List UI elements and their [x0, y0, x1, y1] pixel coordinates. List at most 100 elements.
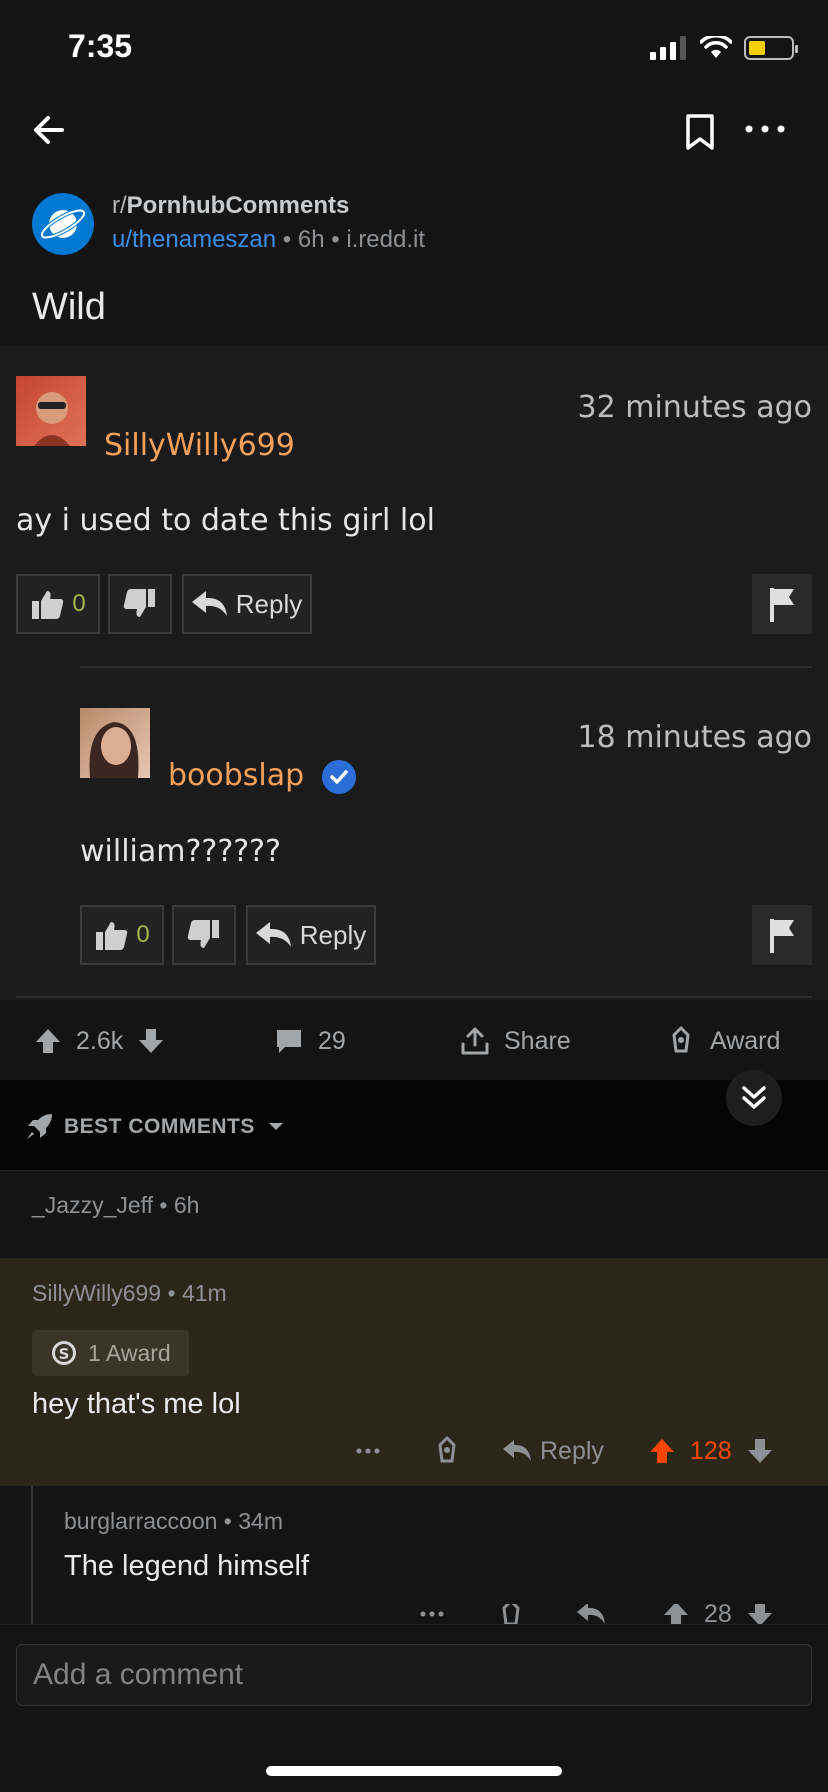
embed-reply-label-1: Reply: [235, 588, 303, 619]
status-icons: [650, 36, 798, 60]
svg-text:S: S: [59, 1345, 70, 1363]
comment-body-2: hey that's me lol: [32, 1388, 241, 1420]
comment-reply-button[interactable]: Reply: [502, 1437, 604, 1466]
reply-arrow-icon[interactable]: [576, 1604, 606, 1624]
bookmark-icon[interactable]: [682, 112, 718, 152]
collapse-threads-button[interactable]: [726, 1070, 782, 1126]
planet-icon: [39, 208, 87, 240]
home-indicator[interactable]: [266, 1766, 562, 1776]
embed-body-2: william??????: [80, 834, 282, 869]
add-comment-input[interactable]: [17, 1645, 811, 1705]
award-icon: [672, 1026, 690, 1053]
rocket-icon[interactable]: [24, 1110, 56, 1142]
comment-score-3: 28: [704, 1604, 732, 1624]
comment-body-3: The legend himself: [64, 1550, 310, 1582]
thumbs-up-icon: [96, 922, 128, 950]
reply-arrow-icon: [255, 922, 291, 947]
reply-arrow-icon: [191, 591, 227, 616]
post-author-link[interactable]: u/thenameszan: [112, 226, 276, 253]
more-options-icon[interactable]: [420, 1609, 444, 1619]
embed-time-1: 32 minutes ago: [577, 390, 812, 425]
comment-age-1: 6h: [173, 1192, 200, 1218]
flag-icon: [770, 588, 794, 622]
comment-count: 29: [318, 1026, 346, 1055]
thumbs-up-icon: [32, 591, 64, 619]
subreddit-name[interactable]: r/PornhubComments: [112, 192, 349, 220]
embed-time-2: 18 minutes ago: [577, 720, 812, 755]
embed-username-2: boobslap: [168, 758, 356, 794]
post-score: 2.6k: [76, 1026, 124, 1055]
comment-bubble-icon: [277, 1030, 301, 1053]
award-button[interactable]: Award: [666, 1026, 780, 1056]
verified-badge-icon: [321, 759, 356, 794]
comment-composer[interactable]: [16, 1644, 812, 1706]
embed-dislike-button-2: [172, 905, 236, 965]
post-age: 6h: [297, 226, 325, 253]
comment-age-3: 34m: [238, 1508, 284, 1534]
embed-username-2-label: boobslap: [168, 758, 305, 793]
upvote-arrow-icon[interactable]: [662, 1604, 690, 1624]
embed-dislike-button-1: [108, 574, 172, 634]
more-options-icon[interactable]: [742, 114, 788, 144]
signal-icon: [650, 36, 686, 60]
embed-username-1: SillyWilly699: [104, 428, 295, 463]
subreddit-avatar[interactable]: [32, 193, 94, 255]
subreddit-prefix: r/: [112, 192, 127, 219]
comment-author-2[interactable]: SillyWilly699: [32, 1280, 161, 1306]
post-action-bar: 2.6k 29 Share Award: [0, 1006, 828, 1076]
reply-arrow-icon: [503, 1440, 531, 1461]
comment-age-2: 41m: [181, 1280, 227, 1306]
embed-reply-label-2: Reply: [299, 919, 367, 950]
award-icon[interactable]: [496, 1604, 526, 1624]
embed-reply-button-1: Reply: [182, 574, 312, 634]
post-meta: u/thenameszan • 6h • i.redd.it: [112, 226, 426, 253]
post-title: Wild: [32, 286, 106, 328]
downvote-arrow-icon[interactable]: [746, 1437, 774, 1465]
embed-like-count-1: 0: [72, 590, 86, 617]
comment-author-3[interactable]: burglarraccoon: [64, 1508, 217, 1534]
comment-actions-2: Reply 128: [356, 1436, 774, 1466]
upvote-arrow-icon[interactable]: [34, 1027, 62, 1055]
more-options-icon[interactable]: [356, 1446, 380, 1456]
embed-divider: [80, 666, 812, 668]
sort-label: BEST COMMENTS: [64, 1115, 255, 1138]
award-icon[interactable]: [432, 1436, 462, 1466]
award-chip-label: 1 Award: [88, 1339, 171, 1366]
flag-icon: [770, 919, 794, 953]
embed-body-1: ay i used to date this girl lol: [16, 503, 435, 538]
share-label: Share: [504, 1026, 571, 1055]
embed-flag-button-2: [752, 905, 812, 965]
embed-reply-button-2: Reply: [246, 905, 376, 965]
embed-avatar-boobslap: [80, 708, 150, 778]
thumbs-down-icon: [123, 589, 155, 617]
comment-meta-1: _Jazzy_Jeff • 6h: [32, 1192, 200, 1218]
subreddit-label: PornhubComments: [126, 192, 350, 219]
comment-score-2: 128: [689, 1436, 732, 1465]
award-chip[interactable]: S 1 Award: [32, 1330, 189, 1376]
comment-author-1[interactable]: _Jazzy_Jeff: [32, 1192, 153, 1218]
post-domain[interactable]: i.redd.it: [346, 226, 425, 253]
embed-bottom-divider: [16, 996, 812, 998]
comment-reply-label: Reply: [540, 1436, 604, 1465]
comment-actions-3: 28: [420, 1604, 774, 1624]
silver-award-icon: S: [52, 1341, 76, 1365]
share-button[interactable]: Share: [460, 1026, 571, 1056]
downvote-arrow-icon[interactable]: [137, 1027, 165, 1055]
vote-group: 2.6k: [34, 1027, 165, 1056]
sort-dropdown[interactable]: BEST COMMENTS: [64, 1115, 285, 1139]
status-time: 7:35: [68, 28, 133, 64]
comment-meta-3: burglarraccoon • 34m: [64, 1508, 284, 1534]
share-icon: [461, 1027, 489, 1055]
thread-line[interactable]: [31, 1486, 33, 1626]
embed-flag-button-1: [752, 574, 812, 634]
upvote-arrow-icon[interactable]: [648, 1437, 676, 1465]
caret-down-icon: [269, 1123, 284, 1130]
thumbs-down-icon: [187, 920, 219, 948]
comment-meta-2: SillyWilly699 • 41m: [32, 1280, 227, 1306]
embed-like-button-2: 0: [80, 905, 164, 965]
back-arrow-icon[interactable]: [28, 110, 68, 150]
award-label: Award: [710, 1026, 781, 1055]
comments-button[interactable]: 29: [274, 1027, 346, 1056]
downvote-arrow-icon[interactable]: [746, 1604, 774, 1624]
double-chevron-down-icon: [742, 1086, 766, 1109]
